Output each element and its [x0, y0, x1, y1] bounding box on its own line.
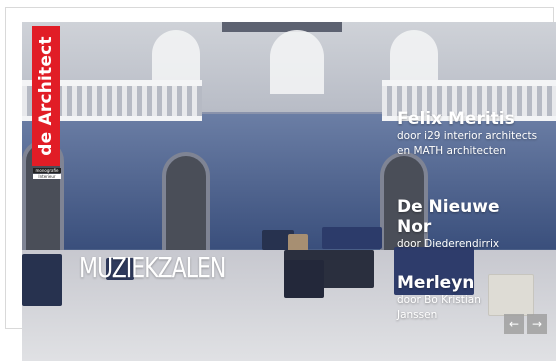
cover-seat-block [322, 227, 382, 249]
prev-arrow-icon[interactable]: ← [504, 314, 524, 334]
story-de-nieuwe-nor[interactable]: De Nieuwe Nor door Diederendirrix [397, 197, 517, 252]
story-byline: door i29 interior architects en MATH arc… [397, 130, 538, 157]
page: MUZIEKZALEN Felix Meritis door i29 inter… [0, 0, 557, 361]
story-title: Merleyn [397, 273, 475, 293]
magazine-masthead[interactable]: de Architect [32, 26, 60, 166]
story-byline: door Diederendirrix [397, 238, 500, 250]
story-felix-meritis[interactable]: Felix Meritis door i29 interior architec… [397, 109, 542, 159]
cover-ceiling-pipe [222, 22, 342, 32]
issue-tag-interieur: Interieur [33, 174, 61, 179]
next-arrow-icon[interactable]: → [527, 314, 547, 334]
magazine-cover[interactable]: MUZIEKZALEN Felix Meritis door i29 inter… [22, 22, 556, 361]
cover-door-center-left [162, 152, 210, 254]
story-byline: door Bo Kristian Janssen [397, 294, 481, 321]
cover-window-center [270, 30, 324, 94]
issue-tags: monografie Interieur [33, 168, 61, 180]
issue-tag-monografie: monografie [33, 168, 61, 173]
story-merleyn[interactable]: Merleyn door Bo Kristian Janssen [397, 273, 502, 323]
cover-seat-block [22, 254, 62, 306]
masthead-logo-text: de Architect [36, 36, 56, 156]
cover-headline: MUZIEKZALEN [79, 253, 226, 285]
story-title: De Nieuwe Nor [397, 197, 500, 237]
cover-seat-block [284, 260, 324, 298]
story-title: Felix Meritis [397, 109, 515, 129]
